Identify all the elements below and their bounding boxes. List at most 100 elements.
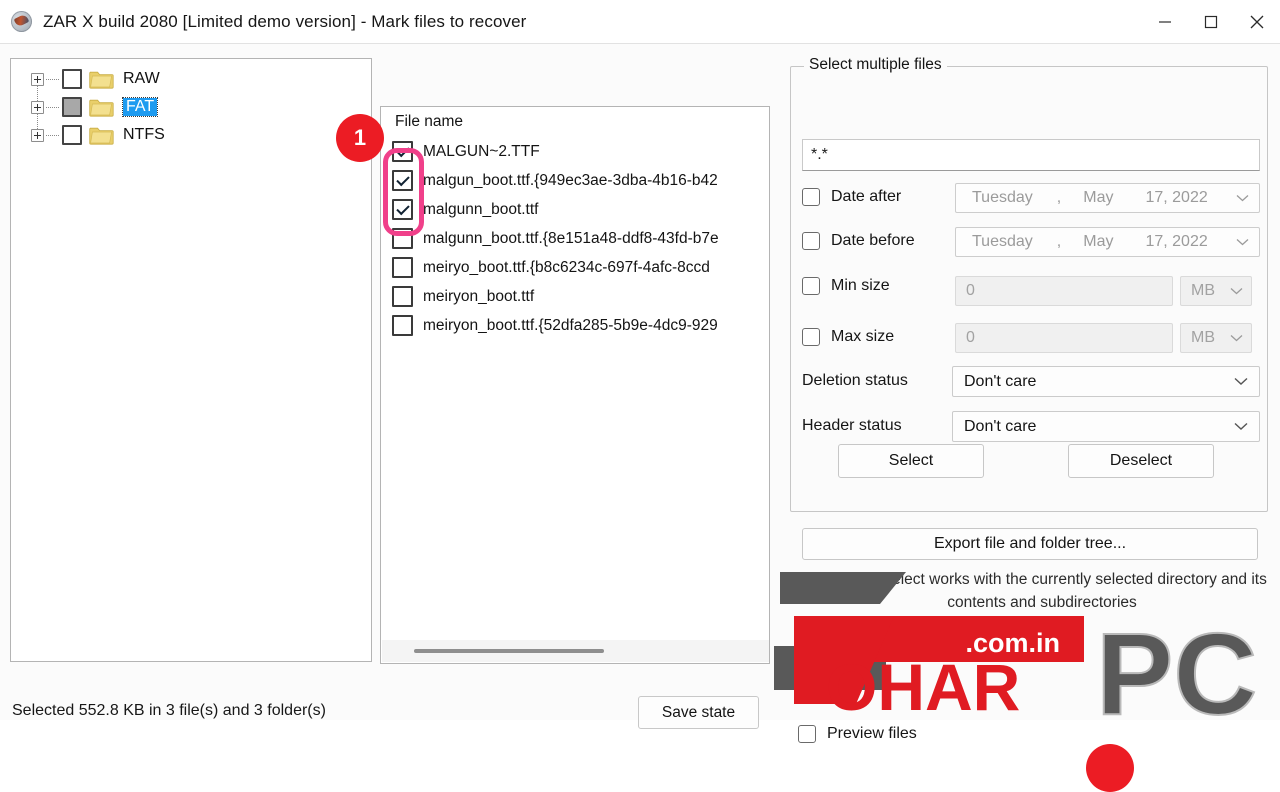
file-checkbox[interactable] — [392, 170, 413, 191]
max-size-option[interactable]: Max size — [802, 328, 894, 346]
tree-checkbox[interactable] — [62, 69, 82, 89]
close-icon[interactable] — [1234, 0, 1280, 44]
file-checkbox[interactable] — [392, 286, 413, 307]
max-size-input[interactable]: 0 — [955, 323, 1173, 353]
main-content: RAW FAT NTFS File name MALGUN~2.TTF malg… — [0, 44, 1280, 792]
header-status-label: Header status — [802, 417, 902, 434]
file-list-row[interactable]: malgun_boot.ttf.{949ec3ae-3dba-4b16-b42 — [381, 166, 769, 195]
date-after-checkbox[interactable] — [802, 188, 820, 206]
file-name: MALGUN~2.TTF — [423, 142, 540, 160]
tree-item-label: NTFS — [123, 126, 165, 143]
max-size-unit-select[interactable]: MB — [1180, 323, 1252, 353]
scrollbar-thumb[interactable] — [414, 649, 604, 653]
chevron-down-icon[interactable] — [1236, 233, 1249, 251]
chevron-down-icon[interactable] — [1230, 329, 1243, 347]
file-name: malgun_boot.ttf.{949ec3ae-3dba-4b16-b42 — [423, 171, 718, 189]
date-month: May — [1083, 189, 1114, 206]
deletion-status-label: Deletion status — [802, 372, 908, 389]
file-list-row[interactable]: meiryon_boot.ttf.{52dfa285-5b9e-4dc9-929 — [381, 311, 769, 340]
file-name: malgunn_boot.ttf.{8e151a48-ddf8-43fd-b7e — [423, 229, 719, 247]
file-list-row[interactable]: meiryon_boot.ttf — [381, 282, 769, 311]
folder-icon — [89, 97, 114, 117]
file-checkbox[interactable] — [392, 315, 413, 336]
date-after-label: Date after — [831, 188, 902, 205]
file-name: malgunn_boot.ttf — [423, 200, 539, 218]
min-size-checkbox[interactable] — [802, 277, 820, 295]
right-pane: Select multiple files Date after Tuesday… — [780, 44, 1280, 743]
max-size-unit: MB — [1191, 329, 1215, 346]
date-before-picker[interactable]: Tuesday , May 17, 2022 — [955, 227, 1260, 257]
date-before-checkbox[interactable] — [802, 232, 820, 250]
file-list-row[interactable]: meiryo_boot.ttf.{b8c6234c-697f-4afc-8ccd — [381, 253, 769, 282]
annotation-badge-2 — [1086, 744, 1134, 792]
file-mask-input[interactable] — [802, 139, 1260, 171]
chevron-down-icon[interactable] — [1234, 373, 1248, 391]
file-list-horizontal-scrollbar[interactable] — [382, 640, 769, 662]
expand-plus-icon[interactable] — [31, 128, 44, 142]
deletion-status-select[interactable]: Don't care — [952, 366, 1260, 397]
preview-files-option[interactable]: Preview files — [798, 725, 917, 743]
date-daynum: 17, 2022 — [1145, 233, 1208, 250]
minimize-icon[interactable] — [1142, 0, 1188, 44]
file-name: meiryon_boot.ttf — [423, 287, 535, 305]
expand-plus-icon[interactable] — [31, 100, 44, 114]
window-controls — [1142, 0, 1280, 44]
file-name: meiryon_boot.ttf.{52dfa285-5b9e-4dc9-929 — [423, 316, 718, 334]
file-list-panel[interactable]: File name MALGUN~2.TTF malgun_boot.ttf.{… — [380, 106, 770, 664]
zar-app-icon — [11, 11, 32, 32]
tree-checkbox[interactable] — [62, 125, 82, 145]
file-name: meiryo_boot.ttf.{b8c6234c-697f-4afc-8ccd — [423, 258, 710, 276]
tree-item-label: FAT — [121, 97, 159, 117]
preview-files-label: Preview files — [827, 725, 917, 742]
file-checkbox[interactable] — [392, 257, 413, 278]
min-size-input[interactable]: 0 — [955, 276, 1173, 306]
save-state-button[interactable]: Save state — [638, 696, 759, 729]
tree-dots — [46, 106, 59, 108]
filesystem-tree-panel[interactable]: RAW FAT NTFS — [10, 58, 372, 662]
tree-item-label: RAW — [123, 70, 160, 87]
file-checkbox[interactable] — [392, 141, 413, 162]
file-list-column-header: File name — [395, 113, 464, 130]
max-size-checkbox[interactable] — [802, 328, 820, 346]
date-comma: , — [1056, 189, 1062, 206]
select-button[interactable]: Select — [838, 444, 984, 478]
tree-dots — [46, 134, 59, 136]
tree-item-raw[interactable]: RAW — [11, 65, 371, 93]
chevron-down-icon[interactable] — [1230, 282, 1243, 300]
folder-icon — [89, 125, 114, 145]
min-size-option[interactable]: Min size — [802, 277, 890, 295]
expand-plus-icon[interactable] — [31, 72, 44, 86]
deselect-button[interactable]: Deselect — [1068, 444, 1214, 478]
header-status-value: Don't care — [964, 417, 1037, 435]
chevron-down-icon[interactable] — [1236, 189, 1249, 207]
tree-item-fat[interactable]: FAT — [11, 93, 371, 121]
group-legend: Select multiple files — [804, 56, 947, 74]
header-status-select[interactable]: Don't care — [952, 411, 1260, 442]
preview-files-checkbox[interactable] — [798, 725, 816, 743]
chevron-down-icon[interactable] — [1234, 418, 1248, 436]
min-size-unit-select[interactable]: MB — [1180, 276, 1252, 306]
folder-icon — [89, 69, 114, 89]
date-day: Tuesday — [972, 189, 1033, 206]
maximize-icon[interactable] — [1188, 0, 1234, 44]
file-list-row[interactable]: malgunn_boot.ttf.{8e151a48-ddf8-43fd-b7e — [381, 224, 769, 253]
export-file-and-folder-tree-button[interactable]: Export file and folder tree... — [802, 528, 1258, 560]
date-before-label: Date before — [831, 232, 915, 249]
selection-status-text: Selected 552.8 KB in 3 file(s) and 3 fol… — [12, 702, 326, 719]
date-daynum: 17, 2022 — [1145, 189, 1208, 206]
tree-item-ntfs[interactable]: NTFS — [11, 121, 371, 149]
date-day: Tuesday — [972, 233, 1033, 250]
min-size-unit: MB — [1191, 282, 1215, 299]
date-before-option[interactable]: Date before — [802, 232, 915, 250]
file-checkbox[interactable] — [392, 228, 413, 249]
date-after-option[interactable]: Date after — [802, 188, 901, 206]
min-size-value: 0 — [966, 282, 975, 299]
select-deselect-hint: Select/Deselect works with the currently… — [817, 571, 1267, 612]
tree-checkbox[interactable] — [62, 97, 82, 117]
file-checkbox[interactable] — [392, 199, 413, 220]
file-list-row[interactable]: malgunn_boot.ttf — [381, 195, 769, 224]
file-list-row[interactable]: MALGUN~2.TTF — [381, 137, 769, 166]
date-after-picker[interactable]: Tuesday , May 17, 2022 — [955, 183, 1260, 213]
title-bar: ZAR X build 2080 [Limited demo version] … — [0, 0, 1280, 44]
max-size-value: 0 — [966, 329, 975, 346]
